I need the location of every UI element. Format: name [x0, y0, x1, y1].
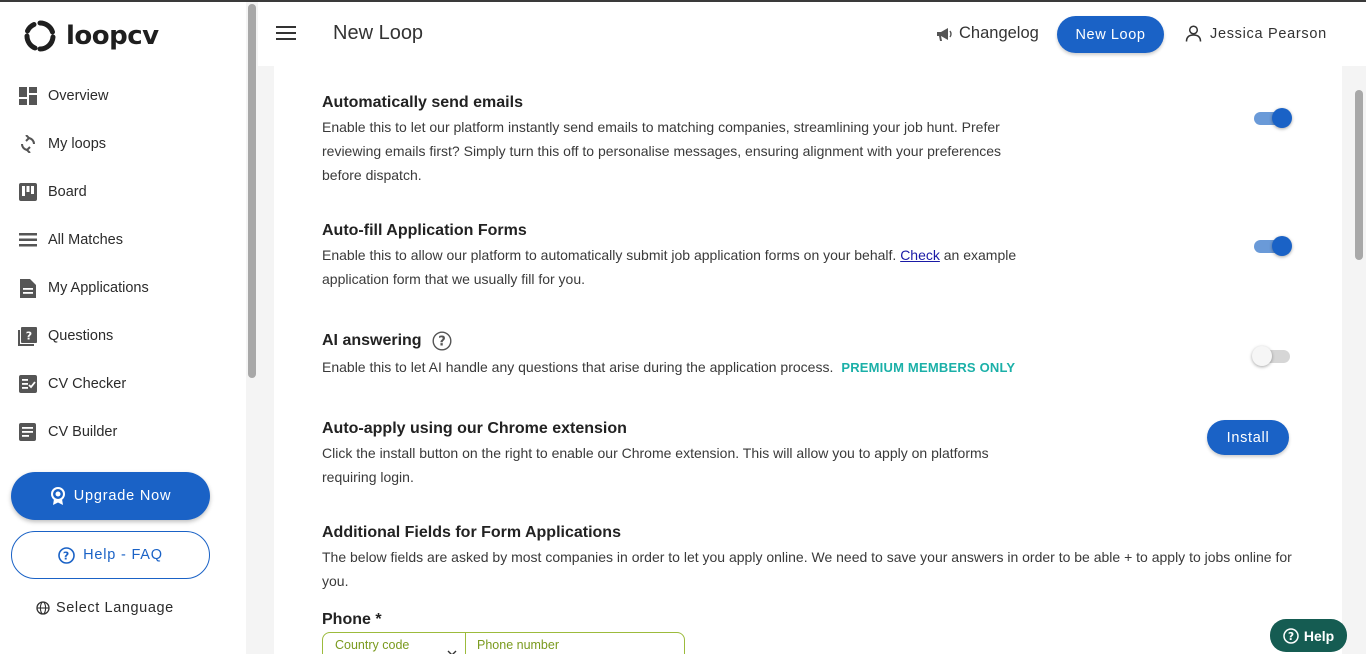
sidebar-item-cv-checker[interactable]: CV Checker — [18, 372, 126, 396]
premium-badge: PREMIUM MEMBERS ONLY — [841, 360, 1016, 375]
install-button[interactable]: Install — [1207, 420, 1289, 455]
help-faq-label: Help - FAQ — [83, 547, 163, 563]
page-title: New Loop — [333, 22, 424, 44]
board-icon — [18, 183, 37, 202]
auto-email-title: Automatically send emails — [322, 94, 523, 111]
changelog-label: Changelog — [959, 24, 1039, 42]
help-chip-label: Help — [1303, 627, 1335, 644]
logo[interactable]: loopcv — [22, 18, 159, 54]
sidebar-item-label: Overview — [48, 88, 109, 104]
sidebar-item-label: CV Builder — [48, 424, 118, 440]
sidebar-item-my-applications[interactable]: My Applications — [18, 276, 149, 300]
sidebar-item-label: My Applications — [48, 280, 149, 296]
sidebar-item-my-loops[interactable]: My loops — [18, 132, 106, 156]
sidebar-item-overview[interactable]: Overview — [18, 84, 108, 108]
menu-icon[interactable] — [276, 26, 296, 42]
chrome-extension-title: Auto-apply using our Chrome extension — [322, 420, 627, 437]
help-circle-icon: ? — [1283, 627, 1299, 644]
auto-email-toggle[interactable] — [1254, 107, 1292, 128]
upgrade-now-label: Upgrade Now — [73, 488, 172, 504]
ai-answering-description-row: Enable this to let AI handle any questio… — [322, 355, 1292, 380]
auto-fill-description: Enable this to allow our platform to aut… — [322, 243, 1042, 291]
svg-text:?: ? — [438, 335, 446, 350]
list-icon — [18, 231, 37, 250]
upgrade-now-button[interactable]: Upgrade Now — [11, 472, 210, 520]
auto-fill-title: Auto-fill Application Forms — [322, 222, 527, 239]
dashboard-icon — [18, 87, 37, 106]
check-example-link[interactable]: Check — [900, 247, 940, 263]
help-faq-button[interactable]: ? Help - FAQ — [11, 531, 210, 579]
main-scrollbar[interactable] — [1355, 90, 1363, 260]
help-chat-button[interactable]: ? Help — [1270, 619, 1347, 652]
user-name: Jessica Pearson — [1210, 25, 1327, 42]
builder-icon — [18, 423, 37, 442]
sidebar-scrollbar[interactable] — [248, 4, 256, 378]
globe-icon — [36, 601, 50, 615]
phone-number-placeholder: Phone number — [477, 638, 560, 652]
country-code-placeholder: Country code — [335, 638, 410, 652]
ai-answering-toggle[interactable] — [1252, 345, 1292, 366]
megaphone-icon — [937, 27, 952, 41]
sidebar-item-board[interactable]: Board — [18, 180, 87, 204]
new-loop-button[interactable]: New Loop — [1057, 16, 1164, 53]
sidebar-item-cv-builder[interactable]: CV Builder — [18, 420, 117, 444]
help-circle-icon: ? — [58, 546, 75, 564]
checker-icon — [18, 375, 37, 394]
select-language[interactable]: Select Language — [36, 600, 174, 616]
sidebar-item-label: CV Checker — [48, 376, 127, 392]
sidebar-item-label: Board — [48, 184, 87, 200]
auto-fill-toggle[interactable] — [1254, 235, 1292, 256]
additional-fields-description: The below fields are asked by most compa… — [322, 549, 1292, 589]
loop-logo-icon — [24, 20, 56, 52]
select-language-label: Select Language — [56, 600, 174, 616]
document-icon — [18, 278, 37, 298]
question-icon: ? — [18, 326, 37, 346]
ai-answering-title: AI answering — [322, 332, 422, 350]
user-menu[interactable]: Jessica Pearson — [1185, 25, 1327, 42]
phone-field-group: Country code Phone number — [322, 632, 685, 654]
changelog-link[interactable]: Changelog — [935, 24, 1039, 43]
additional-fields-title: Additional Fields for Form Applications — [322, 524, 621, 541]
phone-label: Phone * — [322, 611, 382, 628]
brand-name: loopcv — [66, 21, 159, 51]
info-question-icon[interactable]: ? — [432, 331, 452, 351]
country-code-select[interactable]: Country code — [323, 633, 466, 654]
ai-answering-description: Enable this to let AI handle any questio… — [322, 359, 834, 375]
sidebar-item-label: All Matches — [48, 232, 123, 248]
phone-number-input[interactable]: Phone number — [466, 633, 684, 654]
sidebar-item-label: My loops — [48, 136, 107, 152]
sidebar-item-all-matches[interactable]: All Matches — [18, 228, 123, 252]
sidebar-item-questions[interactable]: ? Questions — [18, 324, 113, 348]
auto-email-description: Enable this to let our platform instantl… — [322, 119, 1002, 183]
svg-text:?: ? — [63, 549, 70, 562]
loop-icon — [18, 135, 37, 154]
svg-text:?: ? — [1288, 631, 1294, 643]
sidebar-item-label: Questions — [48, 328, 114, 344]
auto-fill-text-1: Enable this to allow our platform to aut… — [322, 247, 901, 263]
ai-answering-heading: AI answering ? — [322, 331, 452, 351]
chevron-down-icon — [447, 650, 457, 654]
chrome-extension-description: Click the install button on the right to… — [322, 445, 989, 485]
svg-text:?: ? — [26, 329, 32, 342]
user-icon — [1185, 25, 1202, 42]
badge-icon — [50, 487, 65, 505]
